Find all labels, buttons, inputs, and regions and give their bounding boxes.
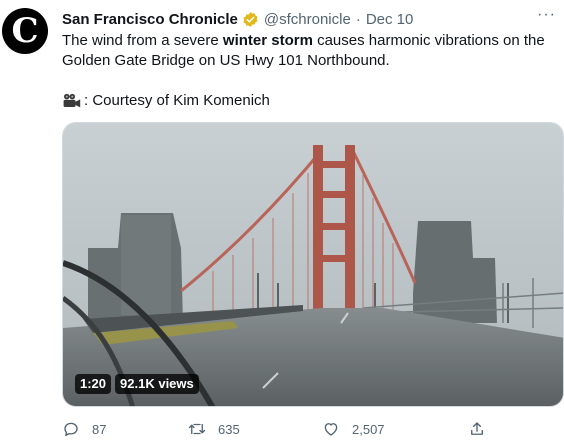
like-button[interactable]: 2,507: [322, 420, 385, 438]
author-handle[interactable]: @sfchronicle: [264, 11, 351, 28]
video-duration-badge: 1:20: [75, 374, 112, 394]
avatar-logo-letter: C: [11, 11, 39, 51]
video-player[interactable]: 1:20 92.1K views: [62, 122, 564, 407]
reply-button[interactable]: 87: [62, 420, 106, 438]
video-views-badge: 92.1K views: [115, 374, 199, 394]
tweet-text: The wind from a severe winter storm caus…: [62, 31, 557, 71]
separator-dot: ·: [355, 10, 361, 28]
more-options-icon[interactable]: ···: [537, 6, 556, 24]
reply-count: 87: [92, 421, 107, 437]
tweet-header: San Francisco Chronicle @sfchronicle · D…: [62, 9, 564, 29]
heart-icon: [324, 423, 338, 436]
tweet-credit: : Courtesy of Kim Komenich: [62, 91, 270, 111]
tweet-text-bold: winter storm: [222, 32, 313, 49]
tweet-date[interactable]: Dec 10: [366, 11, 414, 28]
author-name[interactable]: San Francisco Chronicle: [62, 11, 238, 28]
retweet-button[interactable]: 635: [188, 420, 240, 438]
retweet-icon: [188, 423, 206, 435]
video-camera-icon: [63, 93, 81, 108]
tweet-actions-bar: 87 635 2,507: [62, 420, 552, 442]
retweet-count: 635: [218, 421, 240, 437]
verified-badge-icon: [243, 11, 258, 27]
video-frame-golden-gate: [63, 123, 563, 406]
like-count: 2,507: [352, 421, 385, 437]
share-icon: [471, 422, 483, 435]
share-button[interactable]: [468, 420, 498, 438]
credit-text: : Courtesy of Kim Komenich: [84, 92, 270, 109]
avatar[interactable]: C: [2, 8, 48, 54]
tweet-text-part1: The wind from a severe: [62, 32, 223, 49]
reply-icon: [64, 422, 78, 437]
video-badges: 1:20 92.1K views: [75, 374, 199, 394]
